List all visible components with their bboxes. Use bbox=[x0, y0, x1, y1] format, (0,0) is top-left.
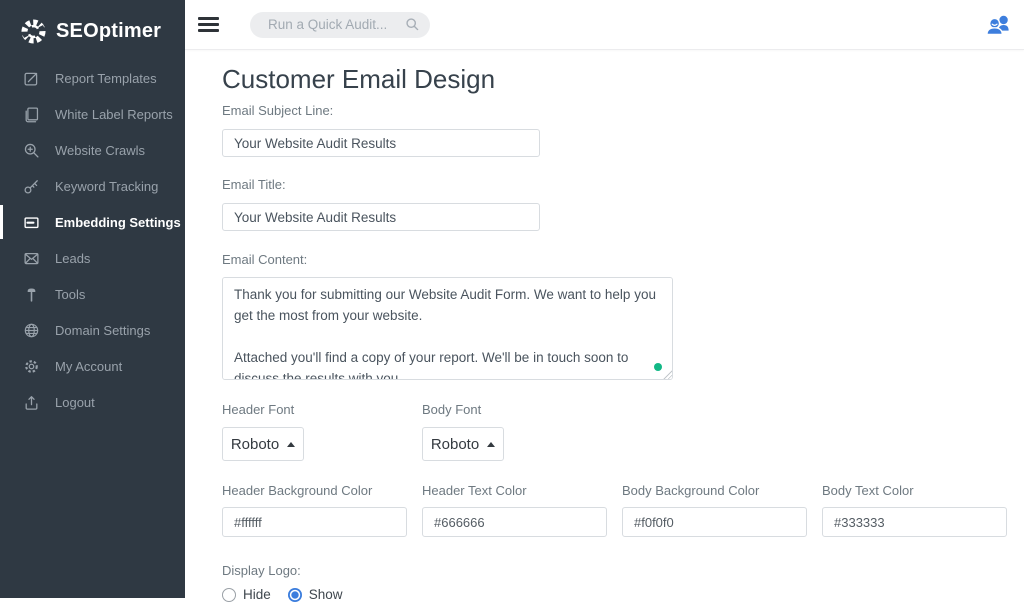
sidebar-item-logout[interactable]: Logout bbox=[0, 384, 185, 420]
users-icon[interactable] bbox=[985, 13, 1012, 37]
sidebar-item-website-crawls[interactable]: Website Crawls bbox=[0, 132, 185, 168]
fonts-row: Header Font Roboto Body Font Roboto bbox=[222, 402, 1024, 461]
sidebar-item-label: Logout bbox=[55, 395, 95, 410]
hamburger-menu-icon[interactable] bbox=[198, 12, 219, 37]
display-logo-option-show[interactable]: Show bbox=[288, 587, 343, 602]
key-icon bbox=[23, 178, 40, 195]
body-text-color-input[interactable] bbox=[822, 507, 1007, 537]
sidebar-item-keyword-tracking[interactable]: Keyword Tracking bbox=[0, 168, 185, 204]
header-font-value: Roboto bbox=[231, 436, 279, 453]
logo-text: SEOptimer bbox=[56, 20, 161, 43]
sidebar-item-label: Domain Settings bbox=[55, 323, 150, 338]
sidebar-item-label: My Account bbox=[55, 359, 122, 374]
sidebar-item-white-label-reports[interactable]: White Label Reports bbox=[0, 96, 185, 132]
radio-button[interactable] bbox=[222, 588, 236, 602]
email-title-label: Email Title: bbox=[222, 177, 1024, 192]
globe-icon bbox=[23, 322, 40, 339]
body-font-dropdown[interactable]: Roboto bbox=[422, 427, 504, 461]
radio-label: Hide bbox=[243, 587, 271, 602]
sidebar-item-domain-settings[interactable]: Domain Settings bbox=[0, 312, 185, 348]
header-text-color-input[interactable] bbox=[422, 507, 607, 537]
header-bg-color-label: Header Background Color bbox=[222, 483, 422, 498]
card-icon bbox=[23, 214, 40, 231]
quick-audit-search-input[interactable] bbox=[266, 16, 405, 33]
topbar bbox=[185, 0, 1024, 50]
body-text-color-label: Body Text Color bbox=[822, 483, 1022, 498]
sidebar-item-tools[interactable]: Tools bbox=[0, 276, 185, 312]
email-content-textarea[interactable]: Thank you for submitting our Website Aud… bbox=[222, 277, 673, 380]
sidebar-item-label: Website Crawls bbox=[55, 143, 145, 158]
quick-audit-search bbox=[250, 12, 430, 38]
radio-button[interactable] bbox=[288, 588, 302, 602]
sidebar-item-label: Leads bbox=[55, 251, 90, 266]
display-logo-option-hide[interactable]: Hide bbox=[222, 587, 271, 602]
email-content-wrap: Thank you for submitting our Website Aud… bbox=[222, 277, 673, 380]
body-font-value: Roboto bbox=[431, 436, 479, 453]
caret-up-icon bbox=[287, 442, 295, 447]
email-subject-input[interactable] bbox=[222, 129, 540, 157]
search-icon[interactable] bbox=[405, 17, 420, 32]
sidebar-item-label: Tools bbox=[55, 287, 85, 302]
body-font-label: Body Font bbox=[422, 402, 622, 417]
sidebar-item-label: Report Templates bbox=[55, 71, 157, 86]
sidebar-item-report-templates[interactable]: Report Templates bbox=[0, 60, 185, 96]
logo[interactable]: SEOptimer bbox=[0, 0, 185, 50]
app-root: SEOptimer Report Templates White Label Re… bbox=[0, 0, 1024, 598]
logout-icon bbox=[23, 394, 40, 411]
sidebar-item-label: Keyword Tracking bbox=[55, 179, 158, 194]
sidebar: SEOptimer Report Templates White Label Re… bbox=[0, 0, 185, 598]
email-content-label: Email Content: bbox=[222, 252, 1024, 267]
sidebar-item-leads[interactable]: Leads bbox=[0, 240, 185, 276]
sidebar-nav: Report Templates White Label Reports Websi… bbox=[0, 60, 185, 420]
header-bg-color-input[interactable] bbox=[222, 507, 407, 537]
sidebar-item-label: Embedding Settings bbox=[55, 215, 181, 230]
sidebar-item-my-account[interactable]: My Account bbox=[0, 348, 185, 384]
seoptimer-gear-logo-icon bbox=[20, 18, 47, 45]
header-font-label: Header Font bbox=[222, 402, 422, 417]
envelope-icon bbox=[23, 250, 40, 267]
body-bg-color-input[interactable] bbox=[622, 507, 807, 537]
display-logo-field: Display Logo: Hide Show bbox=[222, 563, 1024, 602]
edit-icon bbox=[23, 70, 40, 87]
sidebar-item-embedding-settings[interactable]: Embedding Settings bbox=[0, 204, 185, 240]
caret-up-icon bbox=[487, 442, 495, 447]
page-title: Customer Email Design bbox=[222, 64, 1024, 94]
search-plus-icon bbox=[23, 142, 40, 159]
main-column: Customer Email Design Email Subject Line… bbox=[185, 0, 1024, 598]
display-logo-options: Hide Show bbox=[222, 587, 1024, 602]
body-bg-color-label: Body Background Color bbox=[622, 483, 822, 498]
radio-label: Show bbox=[309, 587, 343, 602]
header-font-dropdown[interactable]: Roboto bbox=[222, 427, 304, 461]
display-logo-label: Display Logo: bbox=[222, 563, 1024, 578]
email-title-input[interactable] bbox=[222, 203, 540, 231]
header-text-color-label: Header Text Color bbox=[422, 483, 622, 498]
email-subject-label: Email Subject Line: bbox=[222, 103, 1024, 118]
hammer-icon bbox=[23, 286, 40, 303]
sidebar-item-label: White Label Reports bbox=[55, 107, 173, 122]
colors-row: Header Background Color Header Text Colo… bbox=[222, 483, 1024, 537]
gear-icon bbox=[23, 358, 40, 375]
topbar-right bbox=[985, 13, 1014, 37]
pages-icon bbox=[23, 106, 40, 123]
content: Customer Email Design Email Subject Line… bbox=[185, 50, 1024, 602]
green-status-dot[interactable] bbox=[654, 363, 662, 371]
